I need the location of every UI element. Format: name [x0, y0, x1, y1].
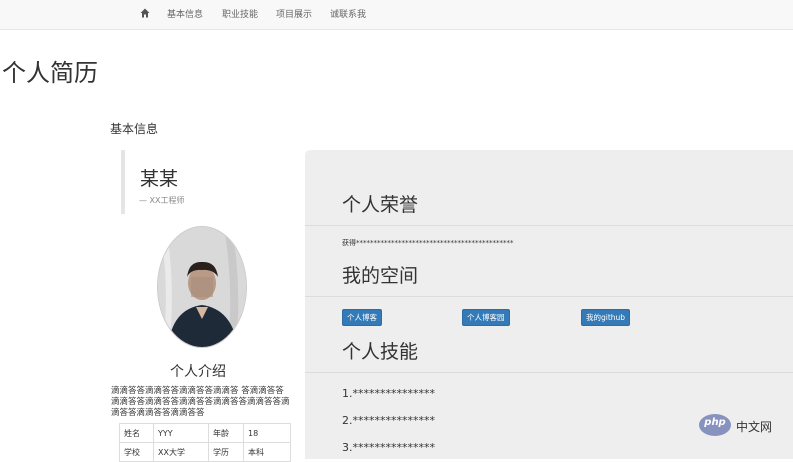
- skill-item: 2.***************: [342, 414, 435, 427]
- nav-item-contact[interactable]: 诚联系我: [330, 7, 366, 20]
- nav-item-skills[interactable]: 职业技能: [222, 7, 258, 20]
- divider: [305, 372, 793, 373]
- home-icon[interactable]: [140, 8, 150, 18]
- table-cell: 18: [243, 423, 291, 443]
- avatar-photo: [158, 227, 246, 347]
- table-cell: 年龄: [208, 423, 244, 443]
- honor-text: 获得**************************************…: [342, 239, 514, 247]
- php-logo-text: php: [704, 417, 726, 428]
- right-panel: 个人荣誉 获得*********************************…: [305, 150, 793, 459]
- section-heading-basic-info: 基本信息: [110, 122, 159, 136]
- php-logo-icon: php: [699, 414, 731, 436]
- table-row: 姓名 YYY 年龄 18: [119, 423, 291, 443]
- space-heading: 我的空间: [342, 265, 419, 287]
- github-button[interactable]: 我的github: [581, 309, 631, 326]
- nav-item-projects[interactable]: 项目展示: [276, 7, 312, 20]
- top-navbar: 基本信息 职业技能 项目展示 诚联系我: [0, 0, 793, 30]
- avatar: [157, 226, 247, 348]
- nav-item-basic-info[interactable]: 基本信息: [167, 7, 203, 20]
- watermark-site-text: 中文网: [736, 420, 773, 434]
- page-title: 个人简历: [2, 59, 98, 87]
- php-cn-watermark: php 中文网: [699, 414, 789, 438]
- person-title: — XX工程师: [139, 196, 185, 205]
- skills-heading: 个人技能: [342, 341, 419, 363]
- personal-blog-button[interactable]: 个人博客: [342, 309, 382, 326]
- name-blockquote: 某某 — XX工程师: [121, 150, 275, 214]
- divider: [305, 296, 793, 297]
- divider: [305, 225, 793, 226]
- intro-text: 滴滴答答滴滴答答滴滴答答滴滴答 答滴滴答答滴滴答答滴滴答答滴滴答答滴滴答答滴滴答…: [111, 386, 290, 418]
- blog-garden-button[interactable]: 个人博客园: [462, 309, 510, 326]
- basic-info-table: 姓名 YYY 年龄 18 学校 XX大学 学历 本科: [119, 423, 291, 462]
- table-cell: YYY: [153, 423, 209, 443]
- skill-item: 1.***************: [342, 387, 435, 400]
- skill-item: 3.***************: [342, 441, 435, 454]
- intro-heading: 个人介绍: [170, 364, 226, 380]
- table-cell: 姓名: [119, 423, 154, 443]
- person-name: 某某: [140, 168, 179, 190]
- honor-heading: 个人荣誉: [342, 194, 419, 216]
